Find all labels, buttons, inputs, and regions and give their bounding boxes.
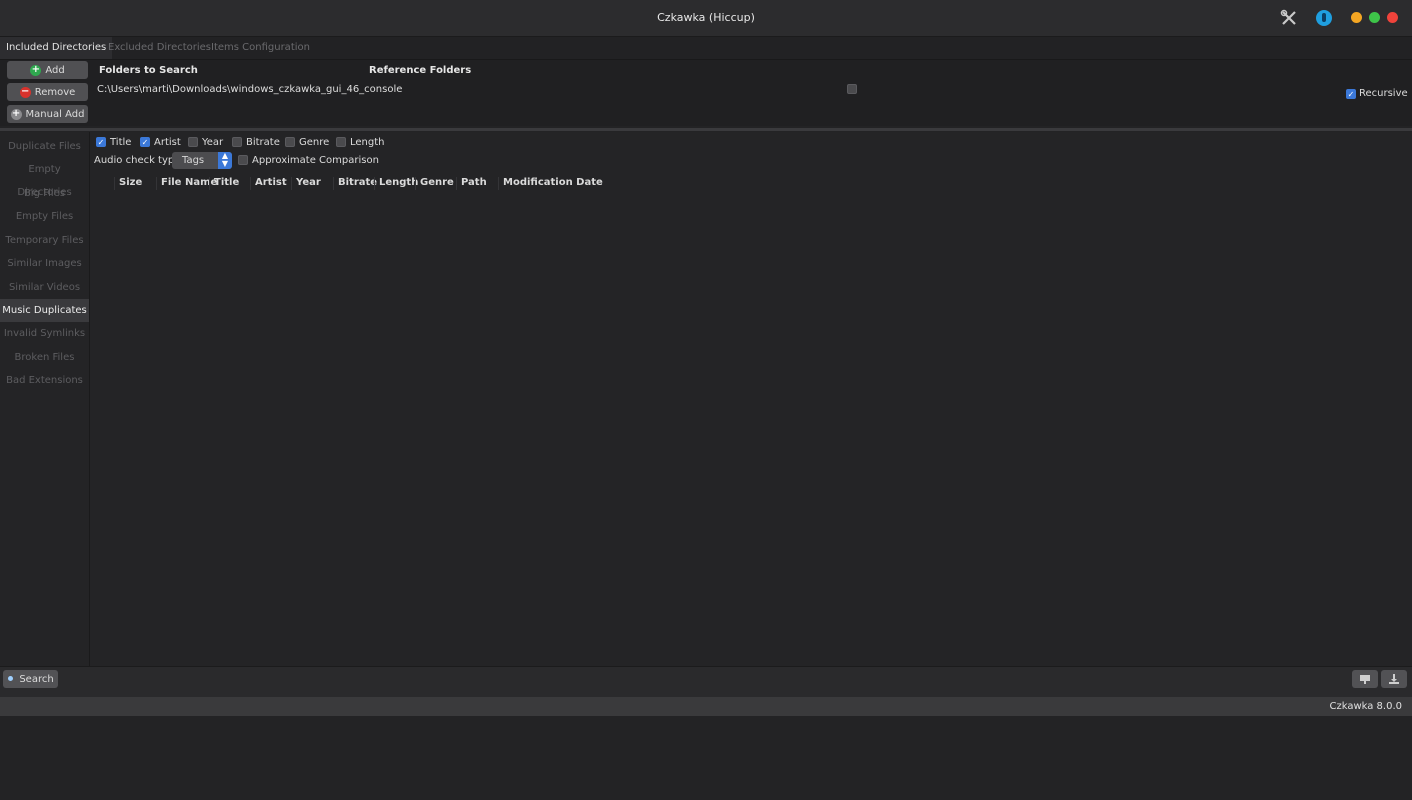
pane-divider[interactable] [0,128,1412,131]
search-icon [8,676,14,681]
reference-folders-header: Reference Folders [369,65,472,76]
genre-option-label: Genre [299,136,330,148]
tab-bar: Included Directories Excluded Directorie… [0,37,1412,60]
approximate-comparison-checkbox[interactable] [238,155,248,165]
remove-button[interactable]: − Remove [7,83,88,101]
manual-add-button-label: Manual Add [25,108,85,120]
year-checkbox[interactable] [188,137,198,147]
tools-icon[interactable] [1279,8,1299,28]
nav-temporary-files[interactable]: Temporary Files [0,229,89,252]
nav-similar-videos[interactable]: Similar Videos [0,276,89,299]
version-label: Czkawka 8.0.0 [1329,701,1402,712]
manual-add-button[interactable]: + Manual Add [7,105,88,123]
folder-path-row[interactable]: C:\Users\marti\Downloads\windows_czkawka… [97,84,402,95]
title-checkbox[interactable] [96,137,106,147]
folders-to-search-header: Folders to Search [99,65,198,76]
minus-icon: − [19,86,31,98]
nav-duplicate-files[interactable]: Duplicate Files [0,135,89,158]
column-size[interactable]: Size [114,177,142,190]
column-title[interactable]: Title [209,177,239,190]
results-area [90,132,1412,666]
nav-empty-directories[interactable]: Empty Directories [0,158,89,198]
remove-button-label: Remove [34,86,76,98]
plus-icon: + [10,108,22,120]
minimize-button[interactable] [1351,12,1362,23]
donate-icon[interactable] [1314,8,1334,28]
monitor-icon [1360,675,1370,684]
search-button[interactable]: Search [3,670,58,688]
column-bitrate[interactable]: Bitrate [333,177,377,190]
add-button-label: Add [45,64,65,76]
bitrate-option-label: Bitrate [246,136,280,148]
option-year[interactable]: Year [188,136,223,148]
download-icon [1389,674,1399,684]
nav-empty-files[interactable]: Empty Files [0,205,89,228]
add-button[interactable]: + Add [7,61,88,79]
title-option-label: Title [110,136,132,148]
column-year[interactable]: Year [291,177,321,190]
chevron-updown-icon[interactable]: ▲ ▼ [218,152,232,169]
window-title: Czkawka (Hiccup) [657,11,755,24]
nav-broken-files[interactable]: Broken Files [0,346,89,369]
text-view-area [0,716,1412,800]
nav-bad-extensions[interactable]: Bad Extensions [0,369,89,392]
option-length[interactable]: Length [336,136,385,148]
search-button-label: Search [19,673,54,685]
status-bar [0,697,1412,716]
reference-folder-checkbox[interactable] [847,84,857,94]
column-genre[interactable]: Genre [415,177,454,190]
artist-option-label: Artist [154,136,181,148]
recursive-label: Recursive [1359,88,1408,99]
option-title[interactable]: Title [96,136,131,148]
column-modification-date[interactable]: Modification Date [498,177,603,190]
nav-similar-images[interactable]: Similar Images [0,252,89,275]
tab-items-configuration[interactable]: Items Configuration [205,37,316,59]
maximize-button[interactable] [1369,12,1380,23]
length-checkbox[interactable] [336,137,346,147]
plus-icon: + [30,64,42,76]
bottom-toolbar [0,666,1412,697]
year-option-label: Year [202,136,224,148]
nav-invalid-symlinks[interactable]: Invalid Symlinks [0,322,89,345]
genre-checkbox[interactable] [285,137,295,147]
tab-included-directories[interactable]: Included Directories [0,37,113,59]
column-length[interactable]: Length [374,177,418,190]
approximate-comparison-label: Approximate Comparison [252,154,379,166]
option-artist[interactable]: Artist [140,136,181,148]
recursive-option[interactable]: Recursive [1346,88,1408,99]
hide-text-view-button[interactable] [1352,670,1378,688]
save-results-button[interactable] [1381,670,1407,688]
column-path[interactable]: Path [456,177,487,190]
option-bitrate[interactable]: Bitrate [232,136,280,148]
option-approximate-comparison[interactable]: Approximate Comparison [238,154,379,166]
artist-checkbox[interactable] [140,137,150,147]
recursive-checkbox[interactable] [1346,88,1356,99]
tab-excluded-directories[interactable]: Excluded Directories [102,37,217,59]
nav-big-files[interactable]: Big Files [0,182,89,205]
length-option-label: Length [350,136,385,148]
audio-check-type-label: Audio check type [94,155,181,166]
option-genre[interactable]: Genre [285,136,329,148]
nav-music-duplicates[interactable]: Music Duplicates [0,299,89,322]
column-artist[interactable]: Artist [250,177,287,190]
close-button[interactable] [1387,12,1398,23]
bitrate-checkbox[interactable] [232,137,242,147]
audio-check-type-value: Tags [182,155,205,166]
tool-sidebar: Duplicate Files Empty Directories Big Fi… [0,132,90,666]
